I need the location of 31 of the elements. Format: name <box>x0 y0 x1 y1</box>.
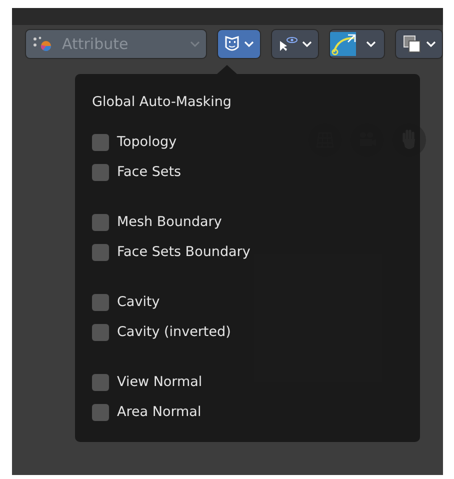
toolbar-dropdown-button[interactable] <box>270 29 319 59</box>
checkbox[interactable] <box>92 374 109 390</box>
overlay-icon <box>402 34 422 54</box>
checkbox-option[interactable]: Cavity <box>92 292 160 312</box>
checkbox-option[interactable]: View Normal <box>92 372 202 392</box>
checkbox-option[interactable]: Topology <box>92 132 177 152</box>
caret-icon <box>366 40 376 48</box>
cursor-eye-icon <box>278 36 298 52</box>
popover-title: Global Auto-Masking <box>92 94 232 110</box>
checkbox-option[interactable]: Cavity (inverted) <box>92 322 231 342</box>
checkbox-option[interactable]: Face Sets Boundary <box>92 242 250 262</box>
checkbox-option[interactable]: Area Normal <box>92 402 202 422</box>
caret-icon <box>302 40 312 48</box>
color-attribute-icon <box>32 36 54 52</box>
checkbox[interactable] <box>92 404 109 420</box>
mask-icon <box>224 35 240 53</box>
checkbox[interactable] <box>92 214 109 230</box>
toolbar-dropdown-button[interactable] <box>328 29 385 59</box>
curve-icon <box>330 32 356 56</box>
toolbar-dropdown-button[interactable] <box>216 29 261 59</box>
checkbox-option[interactable]: Mesh Boundary <box>92 212 222 232</box>
checkbox[interactable] <box>92 164 109 180</box>
checkbox[interactable] <box>92 134 109 150</box>
caret-icon <box>244 40 254 48</box>
checkbox-option[interactable]: Face Sets <box>92 162 182 182</box>
toolbar-dropdown-button[interactable] <box>395 29 443 59</box>
checkbox[interactable] <box>92 244 109 260</box>
checkbox[interactable] <box>92 294 109 310</box>
caret-icon <box>190 40 200 48</box>
checkbox[interactable] <box>92 324 109 340</box>
caret-icon <box>426 40 436 48</box>
